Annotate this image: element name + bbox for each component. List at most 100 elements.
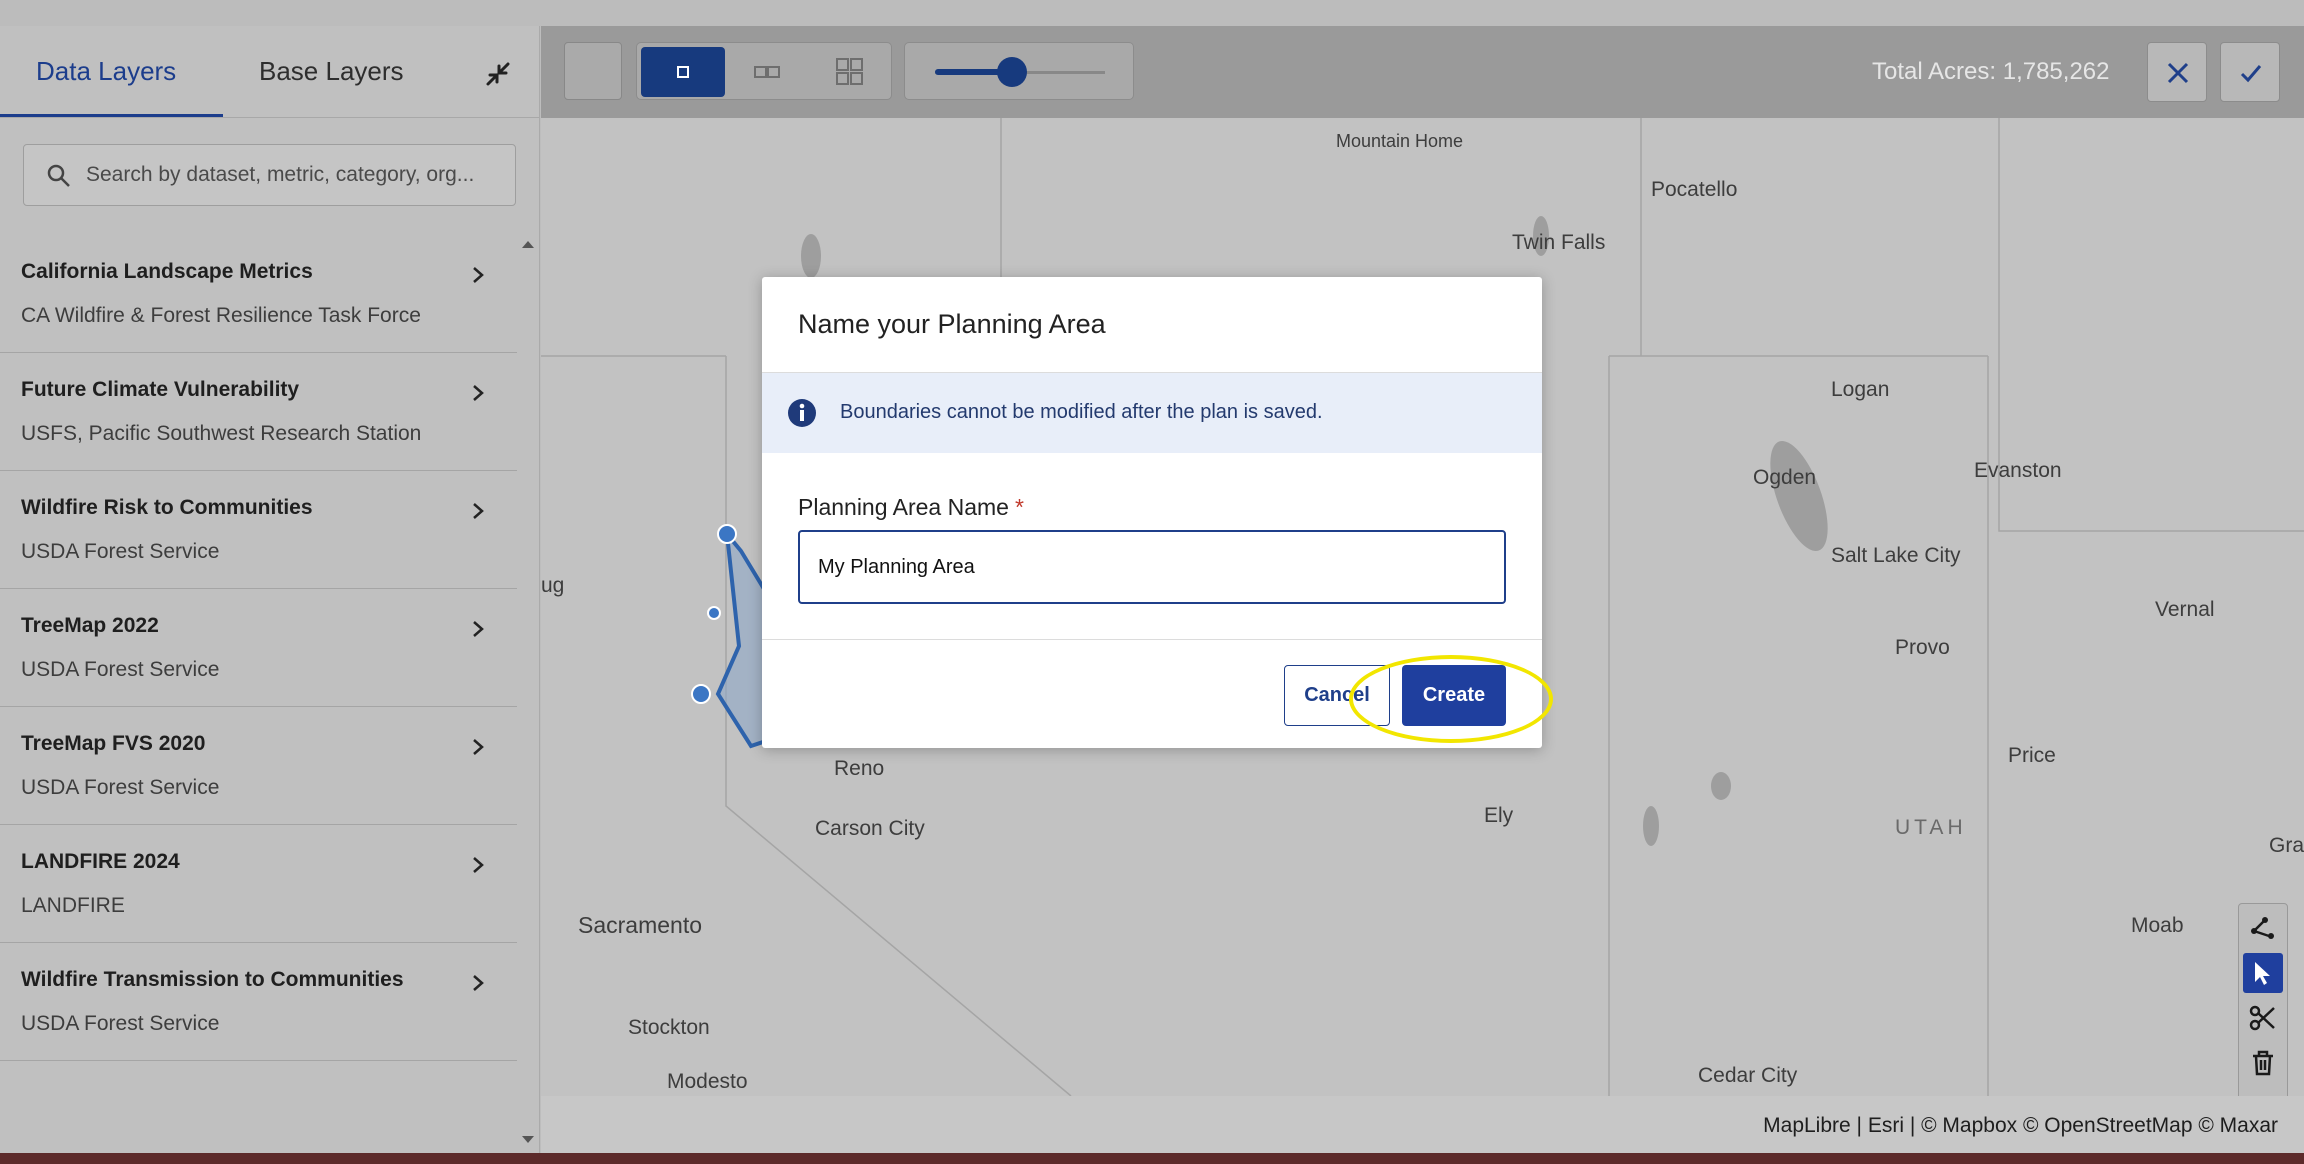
total-acres: Total Acres: 1,785,262 [1872,58,2110,85]
list-item-subtitle: LANDFIRE [21,894,125,917]
list-item-title: LANDFIRE 2024 [21,850,180,873]
map-label: Ely [1484,804,1514,827]
close-icon [2167,62,2189,84]
polygon-vertex[interactable] [707,606,721,620]
map-label: Cedar City [1698,1064,1798,1087]
bottom-strip [0,1153,2304,1164]
list-item-title: Wildfire Transmission to Communities [21,968,404,991]
quad-map-view-button[interactable] [808,47,892,97]
chevron-right-icon[interactable] [468,737,488,757]
chevron-right-icon[interactable] [468,383,488,403]
active-tab-indicator [0,114,223,117]
data-layer-list: California Landscape Metrics CA Wildfire… [0,235,517,1061]
checkmark-icon [2240,65,2262,83]
search-input[interactable] [84,145,504,205]
map-label: Pocatello [1651,178,1738,201]
list-item-title: Future Climate Vulnerability [21,378,300,401]
polygon-vertex[interactable] [691,684,711,704]
sidebar-scrollbar[interactable] [520,235,538,1153]
collapse-icon[interactable] [478,54,518,94]
select-tool-button[interactable] [2243,953,2283,993]
map-label: ug [541,574,565,597]
map-label: Evanston [1974,459,2062,482]
map-label: Moab [2131,914,2184,937]
slider-thumb[interactable] [996,57,1027,87]
map-label: Provo [1895,636,1950,659]
attribution-text[interactable]: MapLibre | Esri | © Mapbox © OpenStreetM… [1763,1114,2278,1138]
single-map-view-button[interactable] [641,47,725,97]
map-label: Modesto [667,1070,748,1093]
list-item-title: TreeMap 2022 [21,614,159,637]
list-item[interactable]: Wildfire Risk to Communities USDA Forest… [0,471,517,589]
list-item-title: California Landscape Metrics [21,260,313,283]
scroll-up-arrow-icon[interactable] [520,238,536,250]
browser-top-strip [0,0,2304,26]
list-item-subtitle: USDA Forest Service [21,658,220,681]
drawing-tools [2238,903,2288,1108]
required-mark: * [1014,494,1024,520]
tab-base-layers[interactable]: Base Layers [259,56,404,87]
info-banner: Boundaries cannot be modified after the … [762,373,1542,453]
field-label-text: Planning Area Name [798,494,1009,520]
list-item-subtitle: USFS, Pacific Southwest Research Station [21,422,422,445]
list-item-title: TreeMap FVS 2020 [21,732,206,755]
chevron-right-icon[interactable] [468,501,488,521]
map-label: Price [2008,744,2056,767]
map-view-toggle [636,42,892,100]
chevron-right-icon[interactable] [468,619,488,639]
two-squares-icon [754,66,780,78]
search-icon [47,164,70,187]
field-label: Planning Area Name * [798,494,1024,521]
scroll-down-arrow-icon[interactable] [520,1134,536,1146]
delete-tool-button[interactable] [2243,1043,2283,1083]
polygon-vertex[interactable] [717,524,737,544]
list-item[interactable]: Future Climate Vulnerability USFS, Pacif… [0,353,517,471]
list-item-title: Wildfire Risk to Communities [21,496,313,519]
list-item[interactable]: TreeMap 2022 USDA Forest Service [0,589,517,707]
scissors-icon [2249,1005,2275,1031]
opacity-slider[interactable] [904,42,1134,100]
cut-tool-button[interactable] [2243,998,2283,1038]
list-item[interactable]: LANDFIRE 2024 LANDFIRE [0,825,517,943]
list-item[interactable]: Wildfire Transmission to Communities USD… [0,943,517,1061]
map-label: Reno [834,757,885,780]
list-item-subtitle: CA Wildfire & Forest Resilience Task For… [21,304,421,327]
map-label: Ogden [1753,466,1817,489]
info-message: Boundaries cannot be modified after the … [840,401,1323,423]
sidebar-tabs: Data Layers Base Layers [0,26,539,118]
basemap-thumbnail[interactable] [564,42,622,100]
trash-icon [2253,1050,2273,1076]
list-item-subtitle: USDA Forest Service [21,776,220,799]
draw-polygon-button[interactable] [2243,908,2283,948]
dual-map-view-button[interactable] [725,47,809,97]
map-label: Stockton [628,1016,710,1039]
map-label: Logan [1831,378,1890,401]
list-item[interactable]: TreeMap FVS 2020 USDA Forest Service [0,707,517,825]
confirm-button[interactable] [2220,42,2280,102]
map-label: Grand [2269,834,2304,857]
chevron-right-icon[interactable] [468,855,488,875]
map-label: Sacramento [578,912,703,938]
map-label: Salt Lake City [1831,544,1961,567]
cursor-icon [2255,962,2270,985]
dialog-title: Name your Planning Area [798,309,1106,339]
chevron-right-icon[interactable] [468,265,488,285]
planning-area-name-input[interactable] [798,530,1506,604]
list-item[interactable]: California Landscape Metrics CA Wildfire… [0,235,517,353]
divider [762,639,1542,640]
search-box[interactable] [23,144,516,206]
sidebar: Data Layers Base Layers California Lands… [0,26,540,1153]
map-label: UTAH [1895,816,1967,839]
map-label: Mountain Home [1336,131,1464,151]
map-label: Carson City [815,817,925,840]
close-button[interactable] [2147,42,2207,102]
highlight-ellipse [1349,655,1553,743]
polygon-draw-icon [2251,917,2274,939]
chevron-right-icon[interactable] [468,973,488,993]
info-icon [788,399,816,427]
tab-data-layers[interactable]: Data Layers [36,56,176,87]
list-item-subtitle: USDA Forest Service [21,540,220,563]
single-square-icon [677,66,689,78]
map-label: Twin Falls [1512,231,1606,254]
map-attribution: MapLibre | Esri | © Mapbox © OpenStreetM… [541,1096,2304,1153]
